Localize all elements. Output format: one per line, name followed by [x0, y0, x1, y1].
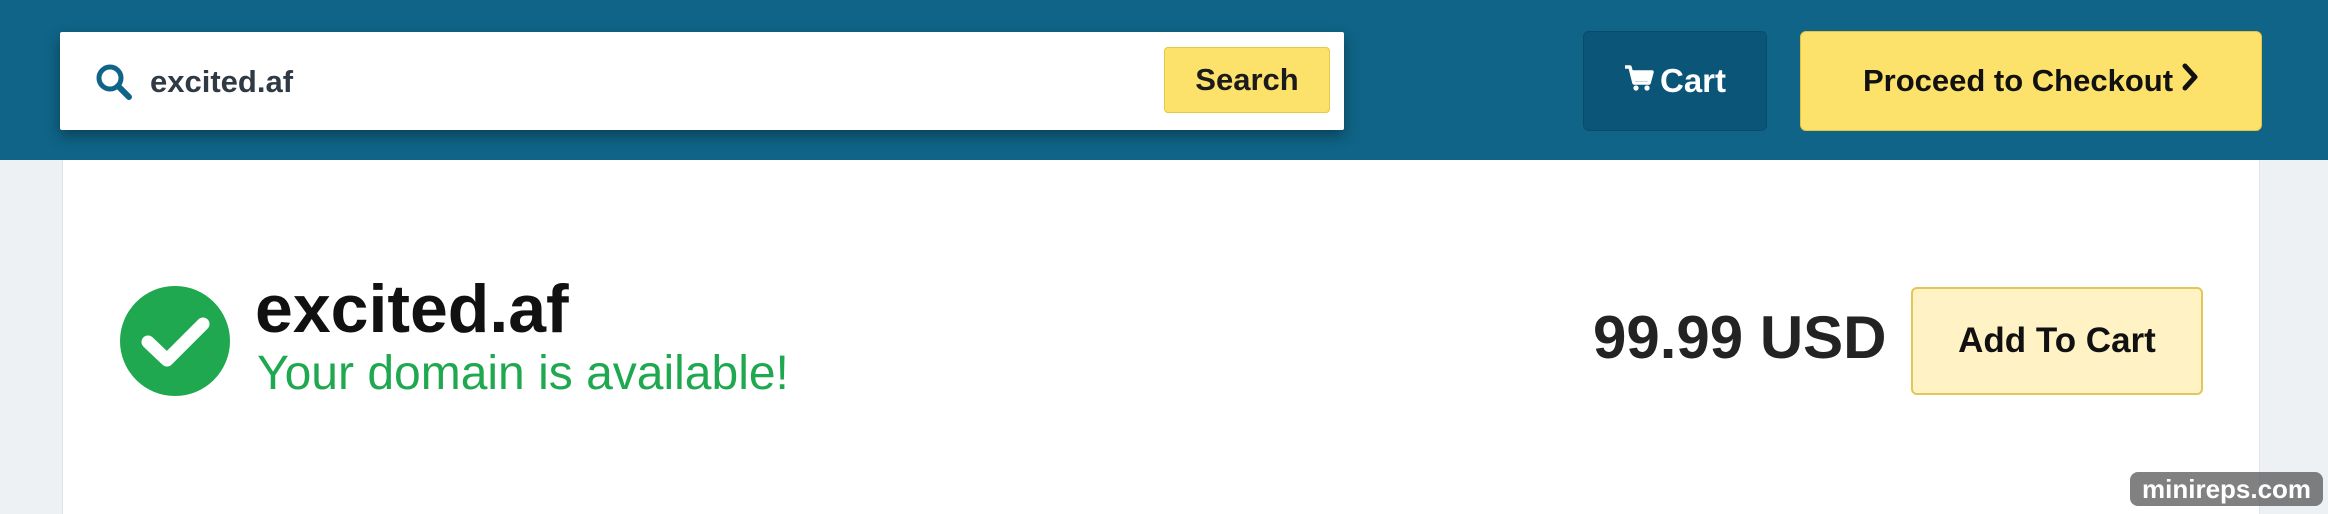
search-input[interactable]	[150, 62, 1050, 102]
add-to-cart-button[interactable]: Add To Cart	[1911, 287, 2203, 395]
domain-result-card: excited.af Your domain is available! 99.…	[62, 160, 2260, 514]
proceed-to-checkout-button[interactable]: Proceed to Checkout	[1800, 31, 2262, 131]
availability-status: Your domain is available!	[257, 347, 789, 400]
domain-name: excited.af	[255, 271, 569, 347]
chevron-right-icon	[2181, 63, 2199, 99]
cart-label: Cart	[1659, 62, 1727, 99]
watermark: minireps.com	[2130, 472, 2324, 506]
search-button[interactable]: Search	[1164, 47, 1330, 113]
top-navigation-bar: Search Cart Proceed to Checkout	[0, 0, 2328, 160]
cart-button[interactable]: Cart	[1583, 31, 1767, 131]
search-box: Search	[60, 32, 1344, 130]
search-icon	[94, 62, 134, 102]
check-circle-icon	[120, 286, 230, 396]
cart-icon	[1624, 62, 1654, 100]
checkout-label: Proceed to Checkout	[1862, 63, 2174, 98]
domain-price: 99.99 USD	[1593, 304, 1887, 371]
